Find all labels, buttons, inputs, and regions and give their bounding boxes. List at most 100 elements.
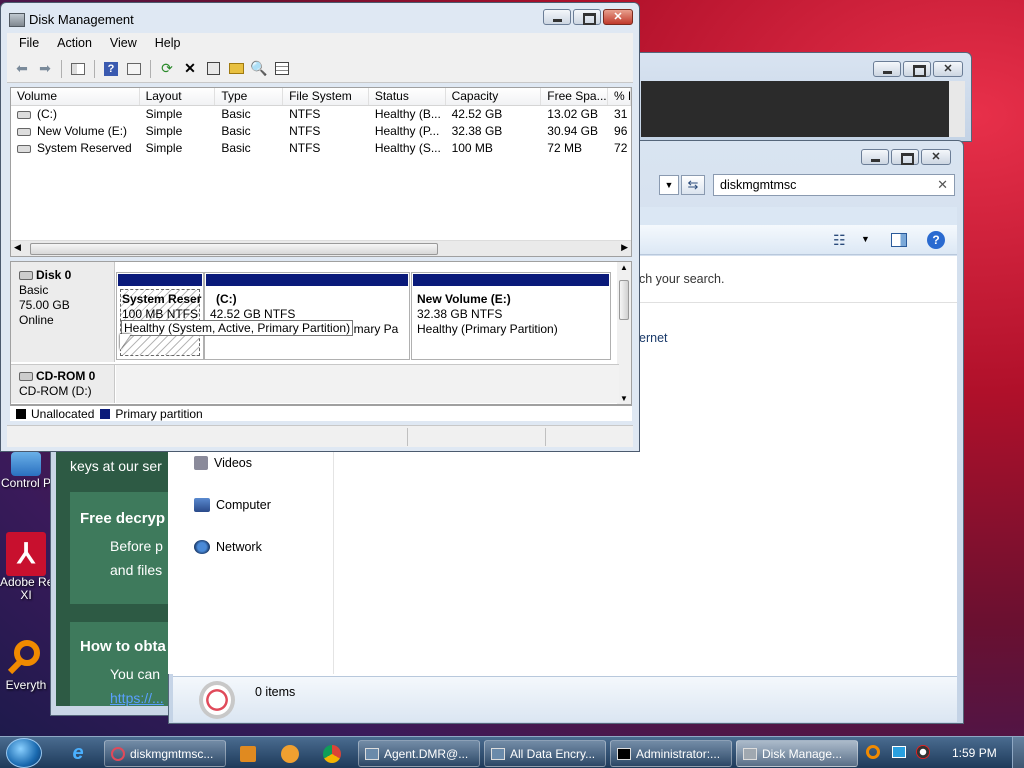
help-icon[interactable]: ? [927,231,945,249]
desktop-icon-control-panel[interactable]: Control P [0,450,52,496]
nav-item-videos[interactable]: Videos [194,456,252,470]
maximize-button[interactable] [573,9,601,25]
disk-0-info[interactable]: Disk 0 Basic 75.00 GB Online [11,262,115,362]
internet-explorer-icon[interactable]: e [60,740,96,767]
nav-item-computer[interactable]: Computer [194,498,271,512]
legend-primary: Primary partition [115,406,203,421]
control-panel-icon [11,452,41,476]
box-title: Free decryp [80,510,166,527]
minimize-button[interactable] [861,149,889,165]
start-button[interactable] [6,738,42,768]
clear-search-icon[interactable]: ✕ [937,177,948,193]
search-icon[interactable]: 🔍 [250,60,268,78]
menu-action[interactable]: Action [45,33,98,55]
media-player-icon[interactable] [230,740,266,767]
nav-item-network[interactable]: Network [194,540,262,554]
disk-view-icon[interactable] [273,60,291,78]
taskbar-button-administrator[interactable]: Administrator:... [610,740,732,767]
column-header-file-system[interactable]: File System [283,88,369,105]
scroll-left-icon[interactable]: ◀ [14,242,21,253]
vertical-scrollbar[interactable]: ▲ ▼ [617,262,631,404]
close-button[interactable] [603,9,633,25]
taskbar-button-all-data[interactable]: All Data Encry... [484,740,606,767]
search-icon[interactable] [866,745,880,759]
taskbar-button-disk-management[interactable]: Disk Manage... [736,740,858,767]
chrome-icon[interactable] [314,740,350,767]
minimize-button[interactable] [543,9,571,25]
maximize-button[interactable] [903,61,931,77]
back-icon[interactable]: ⬅ [13,60,31,78]
refresh-button[interactable]: ⇆ [681,175,705,195]
table-cell: 13.02 GB [547,107,598,121]
help-icon[interactable]: ? [102,60,120,78]
navigation-pane: Videos Computer Network [168,450,334,674]
background-window [634,52,972,142]
address-dropdown[interactable]: ▼ [659,175,679,195]
menu-file[interactable]: File [7,33,45,55]
view-options-icon[interactable]: ☷ [833,232,846,249]
forward-icon[interactable]: ➡ [36,60,54,78]
column-header-layout[interactable]: Layout [140,88,216,105]
search-box[interactable]: diskmgmtmsc ✕ [713,174,955,196]
properties-sheet-icon[interactable] [204,60,222,78]
volume-name: System Reserved [37,141,132,155]
delete-icon[interactable]: ✕ [181,60,199,78]
table-row[interactable]: (C:) Simple Basic NTFS Healthy (B... 42.… [11,106,631,123]
taskbar-button-search[interactable]: diskmgmtmsc... [104,740,226,767]
close-button[interactable] [933,61,963,77]
desktop-icon-adobe-reader[interactable]: ⅄ Adobe Re XI [0,530,54,610]
properties-icon[interactable] [125,60,143,78]
scroll-right-icon[interactable]: ▶ [621,242,628,253]
column-header-type[interactable]: Type [215,88,284,105]
box-link[interactable]: https://... [110,690,164,706]
tools-icon[interactable] [272,740,308,767]
volume-name: New Volume (E:) [37,124,128,138]
clock[interactable]: 1:59 PM [952,746,997,760]
chevron-down-icon[interactable]: ▼ [861,234,870,244]
column-header-status[interactable]: Status [369,88,446,105]
status-bar [7,425,633,447]
show-hide-tree-icon[interactable] [69,60,87,78]
minimize-button[interactable] [873,61,901,77]
desktop-icon-label: Adobe Re XI [0,575,54,602]
scroll-up-icon[interactable]: ▲ [620,263,628,272]
column-header-free-space[interactable]: Free Spa... [541,88,609,105]
maximize-button[interactable] [891,149,919,165]
column-header-percent-free[interactable]: % F [608,88,631,105]
magnifier-icon [6,638,46,678]
column-header-volume[interactable]: Volume [11,88,140,105]
table-row[interactable]: New Volume (E:) Simple Basic NTFS Health… [11,123,631,140]
search-internet-link[interactable]: ernet [639,331,668,345]
partition-e[interactable]: New Volume (E:) 32.38 GB NTFS Healthy (P… [411,272,611,360]
table-row[interactable]: System Reserved Simple Basic NTFS Health… [11,140,631,157]
disk-type: Basic [19,283,49,297]
network-icon [194,540,210,554]
menu-view[interactable]: View [98,33,143,55]
unallocated-swatch [16,408,26,419]
partition-c[interactable]: (C:) 42.52 GB NTFS rimary Pa [204,272,410,360]
table-cell: 72 MB [547,141,582,155]
disk-icon [19,271,33,280]
menu-help[interactable]: Help [143,33,187,55]
scroll-down-icon[interactable]: ▼ [620,394,628,403]
scrollbar-thumb[interactable] [30,243,438,255]
disk-management-window: Disk Management File Action View Help ⬅ … [0,2,640,452]
taskbar-button-label: Disk Manage... [762,746,843,761]
table-cell: 31 [614,107,628,121]
open-folder-icon[interactable] [227,60,245,78]
preview-pane-icon[interactable] [891,233,907,247]
taskbar-button-agent[interactable]: Agent.DMR@... [358,740,480,767]
horizontal-scrollbar[interactable]: ◀ ▶ [11,240,631,256]
taskbar-button-label: Administrator:... [636,746,721,761]
search-input[interactable]: diskmgmtmsc [720,178,796,192]
free-decrypt-box: Free decryp Before p and files [70,492,168,604]
scrollbar-thumb[interactable] [619,280,629,320]
network-tray-icon[interactable] [892,746,906,758]
cdrom-0-info[interactable]: CD-ROM 0 CD-ROM (D:) [11,365,115,403]
desktop-icon-everything[interactable]: Everyth [0,636,52,706]
column-header-capacity[interactable]: Capacity [446,88,542,105]
close-button[interactable] [921,149,951,165]
volume-tray-icon[interactable] [916,745,930,759]
show-desktop-button[interactable] [1012,737,1024,768]
refresh-icon[interactable]: ⟳ [158,60,176,78]
